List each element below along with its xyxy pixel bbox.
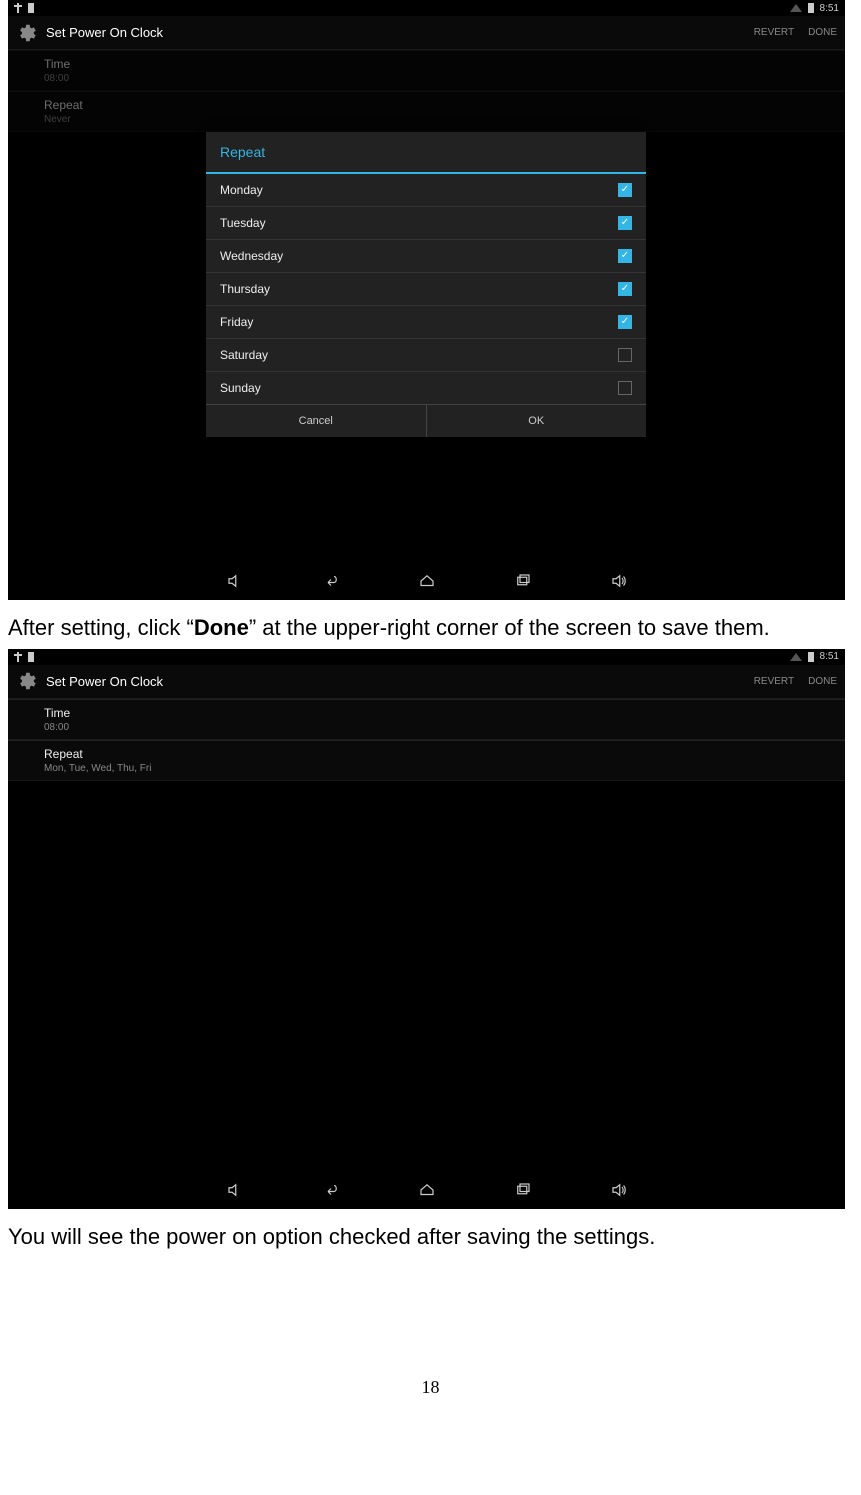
time-row[interactable]: Time 08:00 [8,699,845,740]
day-label: Saturday [220,348,268,362]
day-row-saturday[interactable]: Saturday [206,339,646,372]
checkbox[interactable] [618,381,632,395]
settings-gear-icon [16,22,38,44]
time-row[interactable]: Time 08:00 [8,50,845,91]
day-row-monday[interactable]: Monday [206,174,646,207]
dialog-title: Repeat [206,132,646,174]
instruction-paragraph-1: After setting, click “Done” at the upper… [0,600,861,649]
home-icon[interactable] [414,571,440,591]
status-bar: 8:51 [8,649,845,665]
repeat-label: Repeat [44,98,809,112]
wifi-icon [790,4,802,12]
repeat-value: Mon, Tue, Wed, Thu, Fri [44,763,809,774]
day-row-sunday[interactable]: Sunday [206,372,646,404]
app-header: Set Power On Clock REVERT DONE [8,16,845,50]
day-label: Tuesday [220,216,266,230]
page-number: 18 [0,1377,861,1398]
usb-icon [14,3,22,13]
day-label: Wednesday [220,249,283,263]
day-label: Thursday [220,282,270,296]
battery-full-icon [808,652,814,662]
battery-icon [28,3,34,13]
day-label: Friday [220,315,253,329]
volume-up-icon[interactable] [606,571,632,591]
home-icon[interactable] [414,1180,440,1200]
checkbox[interactable] [618,216,632,230]
day-label: Monday [220,183,263,197]
checkbox[interactable] [618,348,632,362]
clock-text: 8:51 [820,651,839,662]
recent-apps-icon[interactable] [510,1180,536,1200]
header-title: Set Power On Clock [46,674,740,689]
checkbox[interactable] [618,183,632,197]
day-row-friday[interactable]: Friday [206,306,646,339]
wifi-icon [790,653,802,661]
screenshot-2: 8:51 Set Power On Clock REVERT DONE Time… [8,649,845,1209]
app-header: Set Power On Clock REVERT DONE [8,665,845,699]
revert-button[interactable]: REVERT [754,27,794,38]
checkbox[interactable] [618,315,632,329]
battery-full-icon [808,3,814,13]
day-row-wednesday[interactable]: Wednesday [206,240,646,273]
recent-apps-icon[interactable] [510,571,536,591]
day-row-thursday[interactable]: Thursday [206,273,646,306]
settings-gear-icon [16,670,38,692]
repeat-value: Never [44,114,809,125]
volume-down-icon[interactable] [222,1180,248,1200]
ok-button[interactable]: OK [426,405,647,437]
time-value: 08:00 [44,722,809,733]
done-button[interactable]: DONE [808,27,837,38]
instruction-paragraph-2: You will see the power on option checked… [0,1209,861,1258]
status-bar: 8:51 [8,0,845,16]
cancel-button[interactable]: Cancel [206,405,426,437]
clock-text: 8:51 [820,3,839,14]
day-row-tuesday[interactable]: Tuesday [206,207,646,240]
volume-up-icon[interactable] [606,1180,632,1200]
repeat-row[interactable]: Repeat Mon, Tue, Wed, Thu, Fri [8,740,845,781]
repeat-dialog: Repeat Monday Tuesday Wednesday Thursday Fri… [206,132,646,437]
header-title: Set Power On Clock [46,25,740,40]
back-icon[interactable] [318,1180,344,1200]
time-label: Time [44,706,809,720]
done-button[interactable]: DONE [808,676,837,687]
time-label: Time [44,57,809,71]
checkbox[interactable] [618,249,632,263]
volume-down-icon[interactable] [222,571,248,591]
day-label: Sunday [220,381,261,395]
usb-icon [14,652,22,662]
checkbox[interactable] [618,282,632,296]
back-icon[interactable] [318,571,344,591]
navigation-bar [8,562,845,600]
repeat-label: Repeat [44,747,809,761]
time-value: 08:00 [44,73,809,84]
screenshot-1: 8:51 Set Power On Clock REVERT DONE Time… [8,0,845,600]
navigation-bar [8,1171,845,1209]
battery-icon [28,652,34,662]
revert-button[interactable]: REVERT [754,676,794,687]
repeat-row[interactable]: Repeat Never [8,91,845,132]
